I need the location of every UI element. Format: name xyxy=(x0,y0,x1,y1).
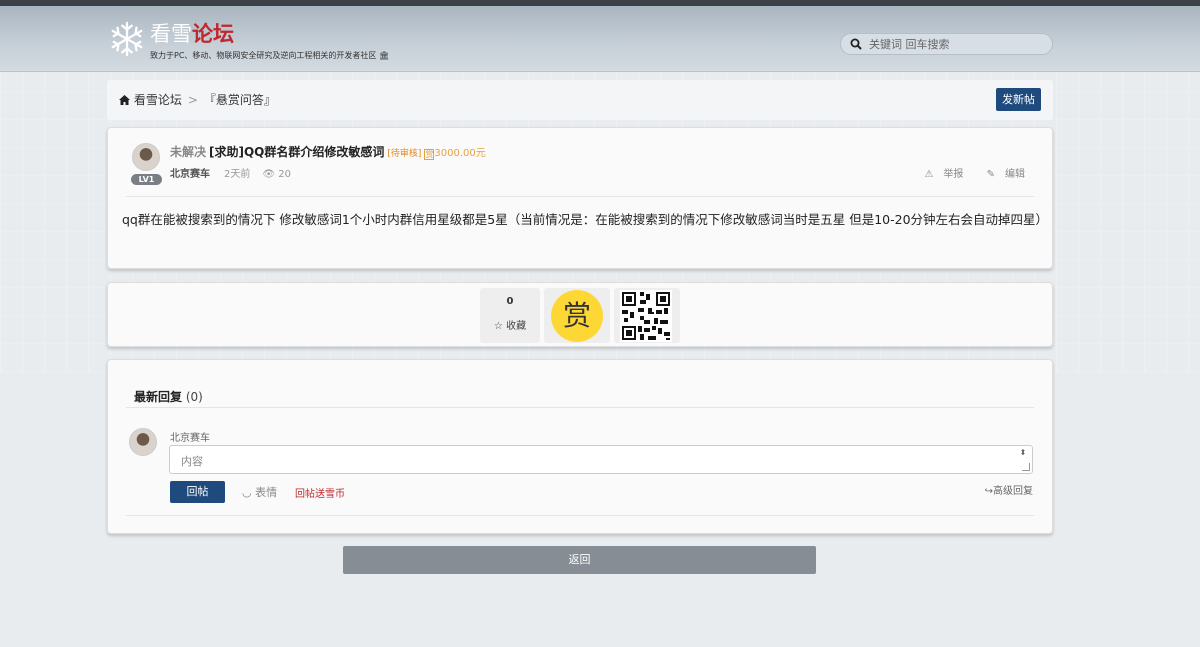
level-badge: LV1 xyxy=(131,174,162,185)
post-status: 未解决 xyxy=(170,145,207,159)
emoji-icon: ◡ xyxy=(242,486,252,499)
post-title: [求助]QQ群名群介绍修改敏感词 xyxy=(209,145,385,159)
site-header: 看雪论坛 致力于PC、移动、物联网安全研究及逆向工程相关的开发者社区 🏛 xyxy=(0,6,1200,72)
reward-value: 3000.00元 xyxy=(434,148,486,159)
edit-button[interactable]: ✎ 编辑 xyxy=(977,169,1025,180)
favorite-label: 收藏 xyxy=(506,321,527,332)
logo-accent-text: 论坛 xyxy=(192,22,234,46)
warning-icon: ⚠ xyxy=(924,169,934,180)
post-meta: 北京赛车 2天前 👁 20 xyxy=(170,165,291,180)
reply-arrow-icon: ↪ xyxy=(984,486,993,497)
qr-code-box[interactable] xyxy=(614,288,680,343)
qr-code-icon xyxy=(620,290,672,342)
tip-icon: 赏 xyxy=(551,290,603,342)
resize-grip-icon[interactable] xyxy=(1022,463,1030,471)
logo-slogan: 致力于PC、移动、物联网安全研究及逆向工程相关的开发者社区 🏛 xyxy=(150,51,390,60)
reply-divider-bottom xyxy=(126,515,1034,516)
snowflake-icon xyxy=(111,21,143,57)
author-name[interactable]: 北京赛车 xyxy=(170,169,210,180)
post-actions: ⚠ 举报 ✎ 编辑 xyxy=(904,165,1025,180)
post-time: 2天前 xyxy=(224,169,251,180)
reply-placeholder: 内容 xyxy=(181,455,203,468)
post-actions-bar: 0 ☆ 收藏 赏 xyxy=(107,282,1053,347)
search-input[interactable] xyxy=(869,36,1044,52)
reward-icon: 赏 xyxy=(424,149,435,160)
report-button[interactable]: ⚠ 举报 xyxy=(914,169,963,180)
back-button[interactable]: 返回 xyxy=(343,546,816,574)
tip-button[interactable]: 赏 xyxy=(544,288,610,343)
new-post-button[interactable]: 发新帖 xyxy=(996,88,1041,111)
report-label: 举报 xyxy=(943,169,964,180)
favorite-count: 0 xyxy=(506,296,514,307)
breadcrumb-home[interactable]: 看雪论坛 xyxy=(134,93,182,107)
favorite-button[interactable]: 0 ☆ 收藏 xyxy=(480,288,540,343)
emoji-button[interactable]: ◡ 表情 xyxy=(242,484,277,500)
coin-reward-link[interactable]: 回帖送雪币 xyxy=(295,485,345,500)
advanced-reply-link[interactable]: ↪高级回复 xyxy=(985,482,1033,497)
logo-main-text: 看雪 xyxy=(150,22,192,46)
reply-heading: 最新回复 (0) xyxy=(134,388,203,405)
home-icon xyxy=(119,95,130,105)
reply-title: 最新回复 xyxy=(134,390,183,404)
reward-amount: 赏3000.00元 xyxy=(424,148,486,160)
current-user-name: 北京赛车 xyxy=(170,433,210,444)
pending-tag: [待审核] xyxy=(387,149,422,159)
post-divider xyxy=(126,196,1034,197)
edit-icon: ✎ xyxy=(986,169,995,180)
current-user-avatar[interactable] xyxy=(129,428,157,456)
site-logo[interactable]: 看雪论坛 致力于PC、移动、物联网安全研究及逆向工程相关的开发者社区 🏛 xyxy=(108,20,438,64)
breadcrumb-section[interactable]: 『悬赏问答』 xyxy=(204,93,276,107)
edit-label: 编辑 xyxy=(1005,169,1025,180)
post-content: qq群在能被搜索到的情况下 修改敏感词1个小时内群信用星级都是5星（当前情况是：… xyxy=(122,212,1049,227)
logo-title: 看雪论坛 xyxy=(150,20,234,48)
reply-divider-top xyxy=(126,407,1034,408)
reply-card: 最新回复 (0) 北京赛车 内容 ⬍ 回帖 ◡ 表情 回帖送雪币 ↪高级回复 xyxy=(107,359,1053,534)
advanced-reply-label: 高级回复 xyxy=(993,486,1033,497)
breadcrumb-separator: > xyxy=(187,93,198,107)
search-icon xyxy=(850,38,862,50)
spinner-arrows-icon[interactable]: ⬍ xyxy=(1017,447,1029,459)
reply-count: (0) xyxy=(185,390,203,404)
view-count: 20 xyxy=(278,169,291,180)
star-icon: ☆ xyxy=(493,321,503,332)
breadcrumb: 看雪论坛 > 『悬赏问答』 xyxy=(119,91,276,108)
reply-textarea[interactable]: 内容 ⬍ xyxy=(169,445,1033,474)
breadcrumb-bar: 看雪论坛 > 『悬赏问答』 发新帖 xyxy=(107,80,1053,120)
favorite-label-wrap: ☆ 收藏 xyxy=(480,317,540,332)
post-card: LV1 未解决 [求助]QQ群名群介绍修改敏感词 [待审核] 赏3000.00元 北京… xyxy=(107,127,1053,269)
author-avatar[interactable] xyxy=(132,143,160,171)
emoji-label: 表情 xyxy=(255,486,278,499)
post-title-line: 未解决 [求助]QQ群名群介绍修改敏感词 [待审核] 赏3000.00元 xyxy=(170,143,486,160)
eye-icon: 👁 xyxy=(262,169,276,180)
reply-submit-button[interactable]: 回帖 xyxy=(170,481,225,503)
search-box[interactable] xyxy=(840,33,1053,55)
